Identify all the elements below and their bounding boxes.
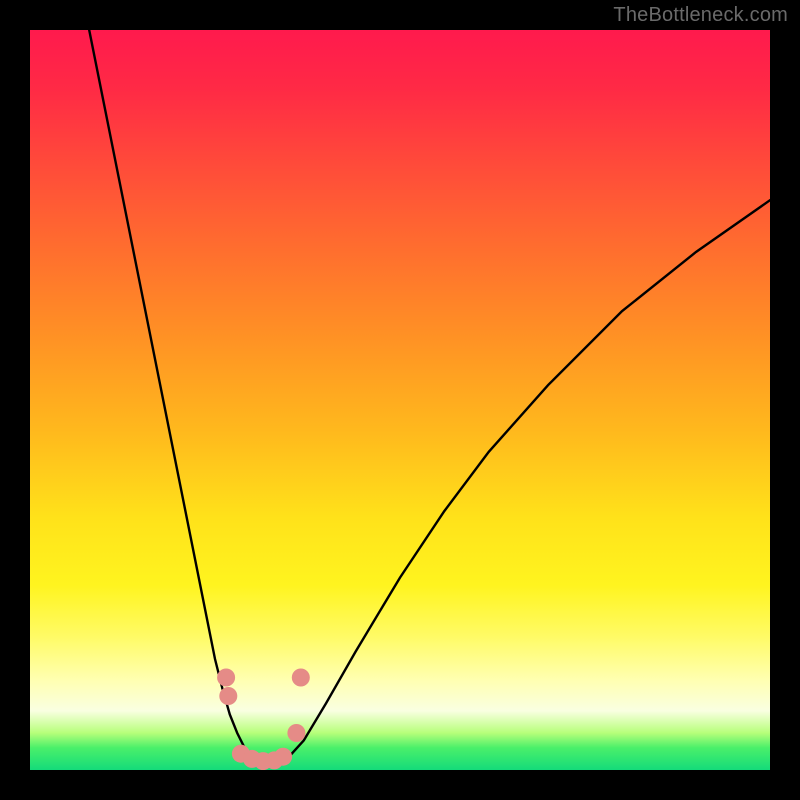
data-marker (219, 687, 237, 705)
data-marker (292, 669, 310, 687)
data-marker (217, 669, 235, 687)
chart-frame: TheBottleneck.com (0, 0, 800, 800)
data-marker (274, 748, 292, 766)
watermark-text: TheBottleneck.com (613, 4, 788, 27)
plot-svg (30, 30, 770, 770)
plot-area (30, 30, 770, 770)
bottleneck-curve (89, 30, 770, 765)
data-marker (287, 724, 305, 742)
